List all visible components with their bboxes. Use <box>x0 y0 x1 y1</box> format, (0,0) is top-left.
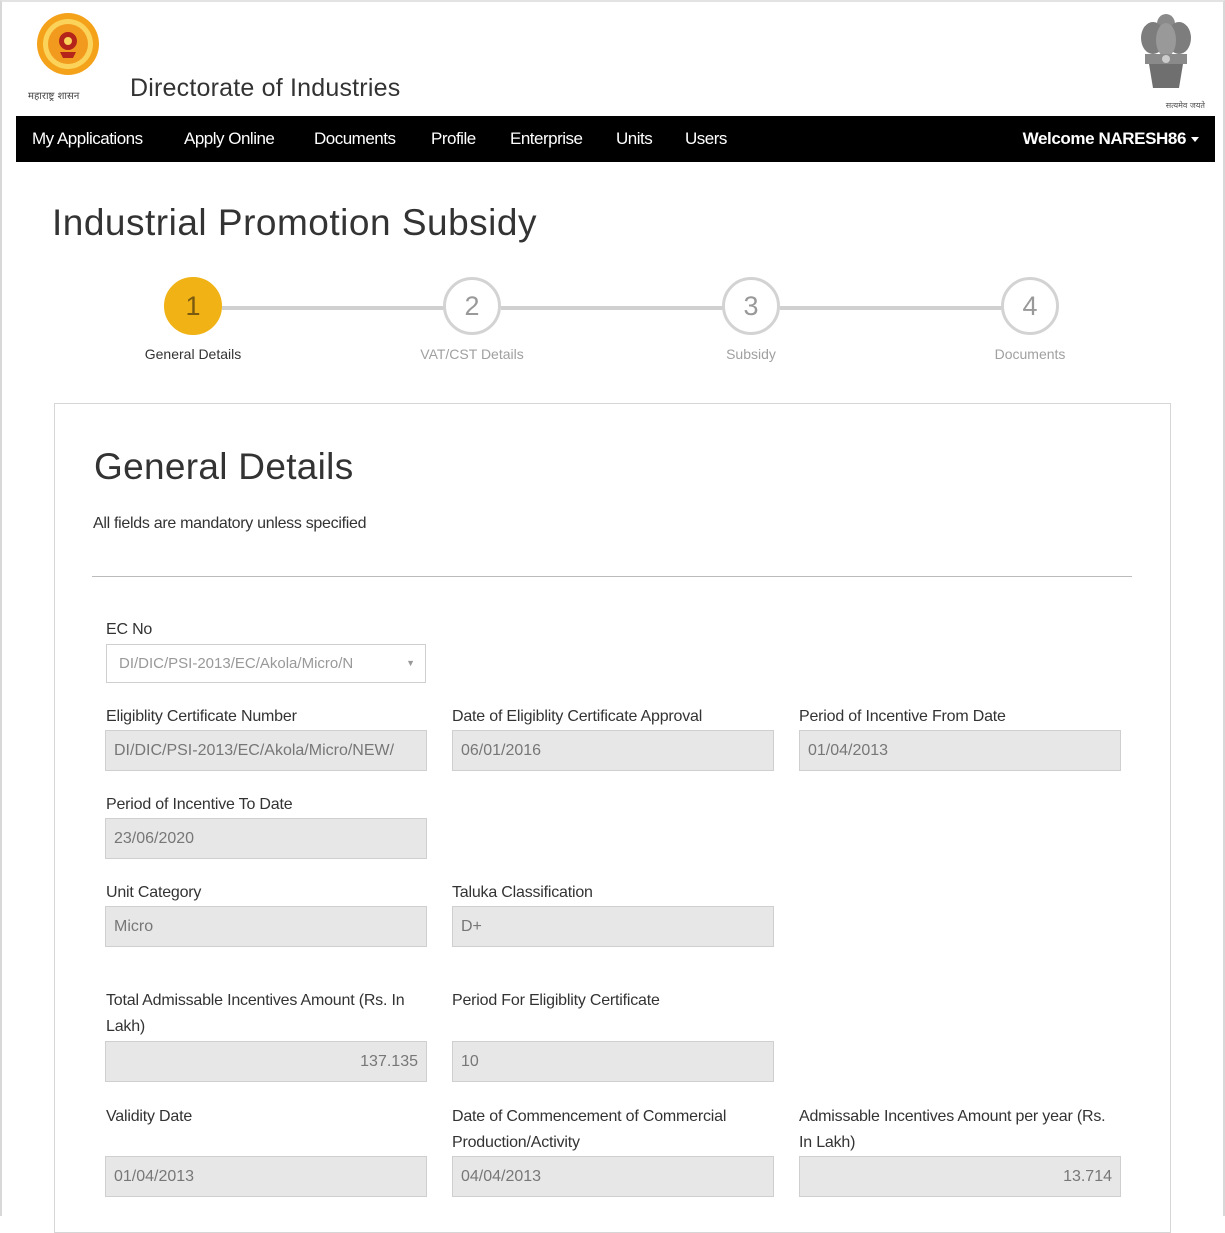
incentive-to-date-field[interactable] <box>105 818 427 859</box>
taluka-classification-field[interactable] <box>452 906 774 947</box>
taluka-classification-label: Taluka Classification <box>452 884 593 901</box>
period-eligibility-label: Period For Eligiblity Certificate <box>452 992 660 1009</box>
wizard-connector <box>780 306 1002 310</box>
wizard-step-2[interactable]: 2 <box>443 277 501 335</box>
site-header: महाराष्ट्र शासन Directorate of Industrie… <box>16 4 1215 116</box>
ec-no-label: EC No <box>106 621 153 638</box>
commencement-date-field[interactable] <box>452 1156 774 1197</box>
mandatory-note: All fields are mandatory unless specifie… <box>93 515 367 532</box>
nav-my-applications[interactable]: My Applications <box>32 116 143 162</box>
nav-users[interactable]: Users <box>685 116 727 162</box>
section-title: General Details <box>94 446 354 487</box>
unit-category-label: Unit Category <box>106 884 202 901</box>
nav-profile[interactable]: Profile <box>431 116 476 162</box>
wizard-connector <box>501 306 723 310</box>
eligibility-cert-number-label: Eligiblity Certificate Number <box>106 708 297 725</box>
welcome-text: Welcome NARESH86 <box>1022 129 1187 148</box>
page-title: Industrial Promotion Subsidy <box>52 202 537 243</box>
wizard-step-1[interactable]: 1 <box>164 277 222 335</box>
wizard-step-label: General Details <box>144 346 242 362</box>
wizard-step-label: Subsidy <box>726 346 776 362</box>
eligibility-approval-date-label: Date of Eligiblity Certificate Approval <box>452 708 703 725</box>
unit-category-field[interactable] <box>105 906 427 947</box>
nav-units[interactable]: Units <box>616 116 653 162</box>
commencement-date-label: Date of Commencement of Commercial Produ… <box>452 1108 727 1151</box>
main-navbar: My Applications Apply Online Documents P… <box>16 116 1215 162</box>
national-emblem-icon <box>1141 14 1191 88</box>
incentive-from-date-label: Period of Incentive From Date <box>799 708 1006 725</box>
maharashtra-seal-icon <box>37 13 99 75</box>
site-title: Directorate of Industries <box>130 74 401 102</box>
wizard-step-label: Documents <box>994 346 1066 362</box>
user-menu-toggle[interactable]: Welcome NARESH86 <box>1023 116 1199 162</box>
national-emblem-label: सत्यमेव जयते <box>1165 101 1205 110</box>
wizard-step-label: VAT/CST Details <box>420 346 524 362</box>
nav-enterprise[interactable]: Enterprise <box>510 116 583 162</box>
period-eligibility-field[interactable] <box>452 1041 774 1082</box>
eligibility-cert-number-field[interactable] <box>105 730 427 771</box>
gov-label: महाराष्ट्र शासन <box>28 91 80 102</box>
ec-no-select[interactable]: DI/DIC/PSI-2013/EC/Akola/Micro/N ▼ <box>106 644 426 683</box>
incentive-from-date-field[interactable] <box>799 730 1121 771</box>
ec-no-value: DI/DIC/PSI-2013/EC/Akola/Micro/N <box>119 655 354 672</box>
incentives-per-year-field[interactable] <box>799 1156 1121 1197</box>
incentives-per-year-label: Admissable Incentives Amount per year (R… <box>799 1108 1106 1151</box>
chevron-down-icon <box>1191 137 1199 143</box>
divider <box>92 576 1132 577</box>
incentive-to-date-label: Period of Incentive To Date <box>106 796 293 813</box>
eligibility-approval-date-field[interactable] <box>452 730 774 771</box>
total-incentives-label: Total Admissable Incentives Amount (Rs. … <box>106 992 405 1035</box>
wizard-step-4[interactable]: 4 <box>1001 277 1059 335</box>
wizard-connector <box>222 306 444 310</box>
total-incentives-field[interactable] <box>105 1041 427 1082</box>
nav-documents[interactable]: Documents <box>314 116 396 162</box>
nav-apply-online[interactable]: Apply Online <box>184 116 275 162</box>
validity-date-field[interactable] <box>105 1156 427 1197</box>
wizard-step-3[interactable]: 3 <box>722 277 780 335</box>
validity-date-label: Validity Date <box>106 1108 193 1125</box>
dropdown-arrow-icon: ▼ <box>406 658 415 668</box>
